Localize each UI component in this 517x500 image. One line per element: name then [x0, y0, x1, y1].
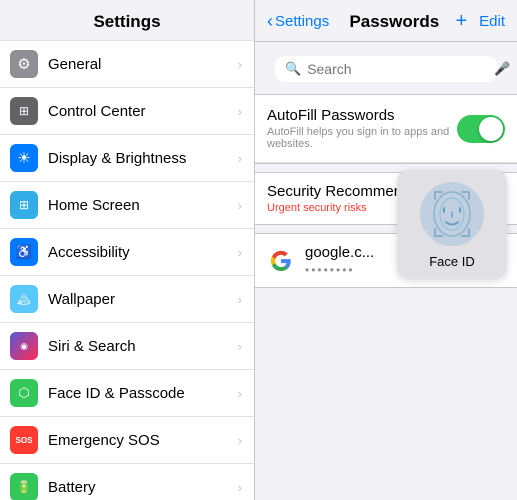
left-panel: Settings ⚙ General › ⊞ Control Center › … [0, 0, 255, 500]
chevron-icon: › [238, 480, 242, 495]
wallpaper-label: Wallpaper [48, 291, 238, 308]
right-panel-title: Passwords [333, 12, 455, 32]
general-label: General [48, 56, 238, 73]
mic-icon[interactable]: 🎤 [494, 61, 510, 77]
back-chevron-icon: ‹ [267, 11, 273, 32]
sidebar-item-control-center[interactable]: ⊞ Control Center › [0, 88, 254, 135]
accessibility-label: Accessibility [48, 244, 238, 261]
chevron-icon: › [238, 104, 242, 119]
autofill-section: AutoFill Passwords AutoFill helps you si… [255, 94, 517, 164]
autofill-subtitle: AutoFill helps you sign in to apps and w… [267, 126, 457, 150]
home-screen-icon: ⊞ [10, 191, 38, 219]
display-icon: ☀ [10, 144, 38, 172]
toggle-knob [479, 117, 503, 141]
faceid-circle [420, 182, 484, 246]
battery-icon: 🔋 [10, 473, 38, 500]
google-icon [267, 247, 295, 275]
settings-list: ⚙ General › ⊞ Control Center › ☀ Display… [0, 40, 254, 500]
sidebar-item-faceid[interactable]: ⬡ Face ID & Passcode › [0, 370, 254, 417]
edit-button[interactable]: Edit [479, 13, 505, 30]
general-icon: ⚙ [10, 50, 38, 78]
display-label: Display & Brightness [48, 150, 238, 167]
search-icon: 🔍 [285, 61, 301, 77]
battery-label: Battery [48, 479, 238, 496]
siri-icon: ◉ [10, 332, 38, 360]
chevron-icon: › [238, 339, 242, 354]
chevron-icon: › [238, 198, 242, 213]
accessibility-icon: ♿ [10, 238, 38, 266]
faceid-label: Face ID & Passcode [48, 385, 238, 402]
right-panel-wrapper: ‹ Settings Passwords + Edit 🔍 🎤 AutoFill… [255, 0, 517, 500]
autofill-title: AutoFill Passwords [267, 107, 457, 124]
right-header: ‹ Settings Passwords + Edit [255, 0, 517, 42]
sos-icon: SOS [10, 426, 38, 454]
chevron-icon: › [238, 57, 242, 72]
control-center-icon: ⊞ [10, 97, 38, 125]
chevron-icon: › [238, 292, 242, 307]
home-screen-label: Home Screen [48, 197, 238, 214]
sidebar-item-wallpaper[interactable]: 🏔 Wallpaper › [0, 276, 254, 323]
faceid-label: Face ID [429, 254, 475, 269]
faceid-icon: ⬡ [10, 379, 38, 407]
back-button[interactable]: ‹ Settings [267, 11, 329, 32]
chevron-icon: › [238, 151, 242, 166]
chevron-icon: › [238, 386, 242, 401]
sidebar-item-general[interactable]: ⚙ General › [0, 40, 254, 88]
sidebar-item-battery[interactable]: 🔋 Battery › [0, 464, 254, 500]
right-actions: + Edit [455, 10, 505, 33]
autofill-text: AutoFill Passwords AutoFill helps you si… [267, 107, 457, 150]
chevron-icon: › [238, 433, 242, 448]
autofill-row: AutoFill Passwords AutoFill helps you si… [255, 95, 517, 163]
sidebar-item-display[interactable]: ☀ Display & Brightness › [0, 135, 254, 182]
search-input[interactable] [307, 61, 488, 77]
chevron-icon: › [238, 245, 242, 260]
sidebar-item-sos[interactable]: SOS Emergency SOS › [0, 417, 254, 464]
siri-label: Siri & Search [48, 338, 238, 355]
add-password-button[interactable]: + [455, 10, 467, 33]
back-label: Settings [275, 13, 329, 30]
control-center-label: Control Center [48, 103, 238, 120]
wallpaper-icon: 🏔 [10, 285, 38, 313]
sos-label: Emergency SOS [48, 432, 238, 449]
sidebar-item-siri[interactable]: ◉ Siri & Search › [0, 323, 254, 370]
autofill-toggle[interactable] [457, 115, 505, 143]
faceid-card: Face ID [397, 170, 507, 279]
panel-title: Settings [0, 0, 254, 40]
search-bar: 🔍 🎤 [275, 56, 497, 82]
sidebar-item-home-screen[interactable]: ⊞ Home Screen › [0, 182, 254, 229]
sidebar-item-accessibility[interactable]: ♿ Accessibility › [0, 229, 254, 276]
